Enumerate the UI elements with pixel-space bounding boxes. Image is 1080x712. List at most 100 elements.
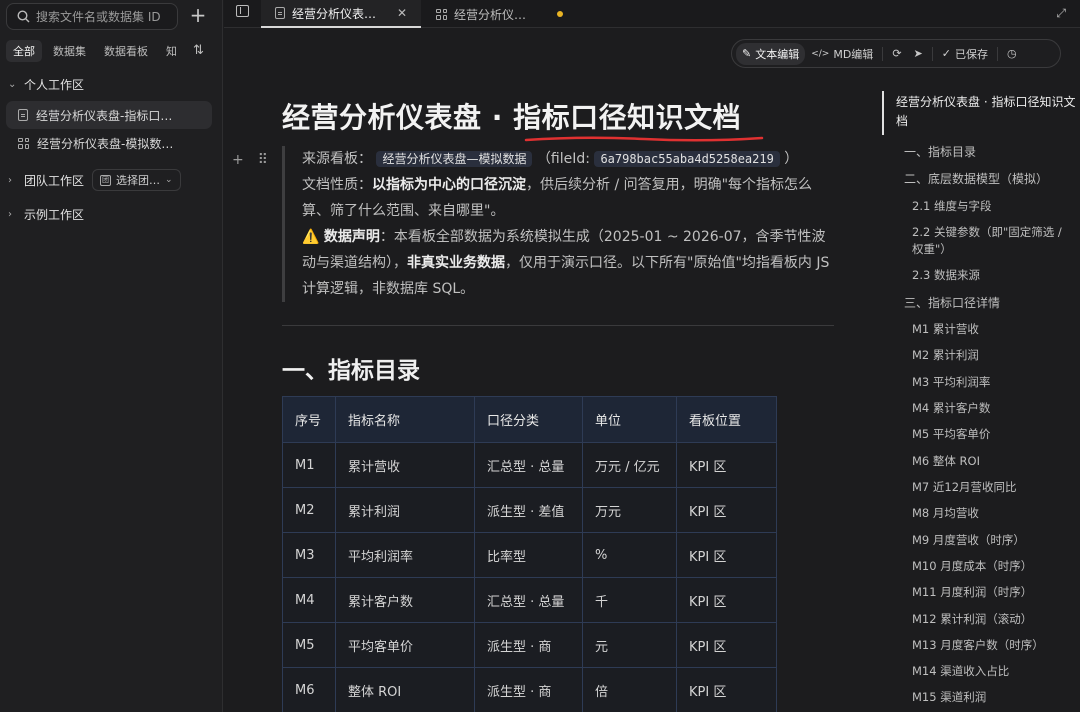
divider xyxy=(931,46,933,61)
saved-button[interactable]: ✓ 已保存 xyxy=(936,43,994,65)
toc-item[interactable]: M1 累计营收 xyxy=(912,321,979,337)
toc-item[interactable]: 三、指标口径详情 xyxy=(904,294,1000,311)
history-icon[interactable]: ◷ xyxy=(1001,44,1023,63)
metrics-table: 序号 指标名称 口径分类 单位 看板位置 M1 累计营收 汇总型 · 总量 万元… xyxy=(282,396,777,712)
source-label: 来源看板： xyxy=(302,151,372,167)
toc-item[interactable]: 一、指标目录 xyxy=(904,143,976,160)
table-cell: M2 xyxy=(282,487,336,533)
column-header: 序号 xyxy=(282,396,336,443)
toc-item[interactable]: M12 累计利润（滚动） xyxy=(912,611,1032,627)
table-cell: 累计客户数 xyxy=(335,577,475,623)
table-cell: 万元 / 亿元 xyxy=(582,442,677,488)
chevron-right-icon: › xyxy=(8,209,12,220)
toc-item[interactable]: M9 月度营收（时序） xyxy=(912,532,1025,548)
source-line: 来源看板： 经营分析仪表盘—模拟数据 （fileId: 6a798bac55ab… xyxy=(302,146,832,172)
column-header: 口径分类 xyxy=(474,396,583,443)
toc-item[interactable]: M4 累计客户数 xyxy=(912,400,990,416)
table-cell: 派生型 · 差值 xyxy=(474,487,583,533)
section-heading: 一、指标目录 xyxy=(282,358,420,384)
group-example-label: 示例工作区 xyxy=(24,208,85,222)
filter-all[interactable]: 全部 xyxy=(6,40,42,62)
send-icon[interactable]: ➤ xyxy=(908,44,929,63)
team-select-value: 选择团… xyxy=(116,174,161,187)
toc-item[interactable]: M13 月度客户数（时序） xyxy=(912,637,1044,653)
toc-item[interactable]: 2.3 数据来源 xyxy=(912,267,980,283)
document-icon xyxy=(275,7,285,19)
sidebar: + 全部 数据集 数据看板 知 ⇅ ⌄ 个人工作区 经营分析仪表盘-指标口… 经… xyxy=(0,0,223,712)
table-cell: 比率型 xyxy=(474,532,583,578)
table-cell: M4 xyxy=(282,577,336,623)
drag-handle-icon[interactable]: ⠿ xyxy=(258,152,268,168)
refresh-icon[interactable]: ⟳ xyxy=(886,44,907,63)
toc-item[interactable]: M11 月度利润（时序） xyxy=(912,584,1032,600)
sidebar-toggle-icon[interactable] xyxy=(236,5,249,17)
toc-item[interactable]: M10 月度成本（时序） xyxy=(912,558,1032,574)
table-row: M2 累计利润 派生型 · 差值 万元 KPI 区 xyxy=(282,487,777,533)
tab-bar: 经营分析仪表… ✕ 经营分析仪… ⤢ xyxy=(224,0,1080,28)
table-cell: 累计利润 xyxy=(335,487,475,533)
table-cell: KPI 区 xyxy=(676,442,777,488)
doc-info-quote: 来源看板： 经营分析仪表盘—模拟数据 （fileId: 6a798bac55ab… xyxy=(282,146,832,302)
table-cell: KPI 区 xyxy=(676,667,777,712)
group-example[interactable]: › 示例工作区 xyxy=(8,206,84,223)
column-header: 指标名称 xyxy=(335,396,475,443)
file-item-dashboard[interactable]: 经营分析仪表盘-模拟数… xyxy=(6,129,212,157)
tab-dashboard[interactable]: 经营分析仪… xyxy=(422,0,584,28)
declaration-label: 数据声明 xyxy=(323,229,380,245)
sort-icon[interactable]: ⇅ xyxy=(193,43,204,58)
table-header-row: 序号 指标名称 口径分类 单位 看板位置 xyxy=(282,396,777,443)
filter-knowledge[interactable]: 知 xyxy=(159,40,184,62)
tab-knowledge-doc[interactable]: 经营分析仪表… ✕ xyxy=(261,0,421,28)
toc-item[interactable]: M7 近12月营收同比 xyxy=(912,479,1017,495)
filter-dataset[interactable]: 数据集 xyxy=(46,40,93,62)
search-icon xyxy=(17,10,30,23)
add-button[interactable]: + xyxy=(188,5,208,26)
add-block-icon[interactable]: + xyxy=(232,152,244,168)
saved-label: 已保存 xyxy=(954,47,988,61)
close-icon[interactable]: ✕ xyxy=(397,6,407,20)
table-cell: 元 xyxy=(582,622,677,668)
toc-item[interactable]: 二、底层数据模型（模拟） xyxy=(904,170,1048,187)
toc-item[interactable]: M14 渠道收入占比 xyxy=(912,663,1009,679)
file-id-code: 6a798bac55aba4d5258ea219 xyxy=(594,151,780,167)
table-row: M5 平均客单价 派生型 · 商 元 KPI 区 xyxy=(282,622,777,668)
table-row: M3 平均利润率 比率型 % KPI 区 xyxy=(282,532,777,578)
table-row: M6 整体 ROI 派生型 · 商 倍 KPI 区 xyxy=(282,667,777,712)
divider xyxy=(996,46,998,61)
toc-item[interactable]: M8 月均营收 xyxy=(912,505,979,521)
toc-item[interactable]: M5 平均客单价 xyxy=(912,426,990,442)
table-cell: KPI 区 xyxy=(676,487,777,533)
expand-icon[interactable]: ⤢ xyxy=(1056,6,1066,21)
tab-label: 经营分析仪表… xyxy=(292,6,377,21)
search-input[interactable] xyxy=(36,9,166,24)
group-personal[interactable]: ⌄ 个人工作区 xyxy=(8,76,84,93)
title-underline xyxy=(524,136,764,142)
toc-item-title[interactable]: 经营分析仪表盘 · 指标口径知识文档 xyxy=(896,93,1078,131)
nature-bold: 以指标为中心的口径沉淀 xyxy=(372,177,526,193)
table-cell: 平均客单价 xyxy=(335,622,475,668)
search-box[interactable] xyxy=(6,3,178,30)
table-cell: 派生型 · 商 xyxy=(474,667,583,712)
file-item-knowledge-doc[interactable]: 经营分析仪表盘-指标口… xyxy=(6,101,212,129)
chevron-down-icon: ⌄ xyxy=(8,79,17,90)
toc-item[interactable]: M6 整体 ROI xyxy=(912,453,980,469)
group-team[interactable]: › 团队工作区 团 选择团… ⌄ xyxy=(8,169,181,191)
toc-item[interactable]: M3 平均利润率 xyxy=(912,374,990,390)
table-cell: 万元 xyxy=(582,487,677,533)
team-select[interactable]: 团 选择团… ⌄ xyxy=(92,169,181,191)
toc-item[interactable]: 2.1 维度与字段 xyxy=(912,198,991,214)
declaration-bold: 非真实业务数据 xyxy=(407,255,505,271)
table-cell: KPI 区 xyxy=(676,622,777,668)
table-cell: 累计营收 xyxy=(335,442,475,488)
team-icon: 团 xyxy=(100,174,112,186)
table-cell: 汇总型 · 总量 xyxy=(474,442,583,488)
table-cell: 倍 xyxy=(582,667,677,712)
dashboard-icon xyxy=(18,137,29,149)
chevron-down-icon: ⌄ xyxy=(165,175,173,185)
filter-dashboard[interactable]: 数据看板 xyxy=(97,40,155,62)
table-cell: M6 xyxy=(282,667,336,712)
table-cell: M1 xyxy=(282,442,336,488)
toc-item[interactable]: M2 累计利润 xyxy=(912,347,979,363)
toc-item[interactable]: M15 渠道利润 xyxy=(912,689,986,705)
toc-item[interactable]: 2.2 关键参数（即"固定筛选 / 权重"） xyxy=(912,224,1076,258)
